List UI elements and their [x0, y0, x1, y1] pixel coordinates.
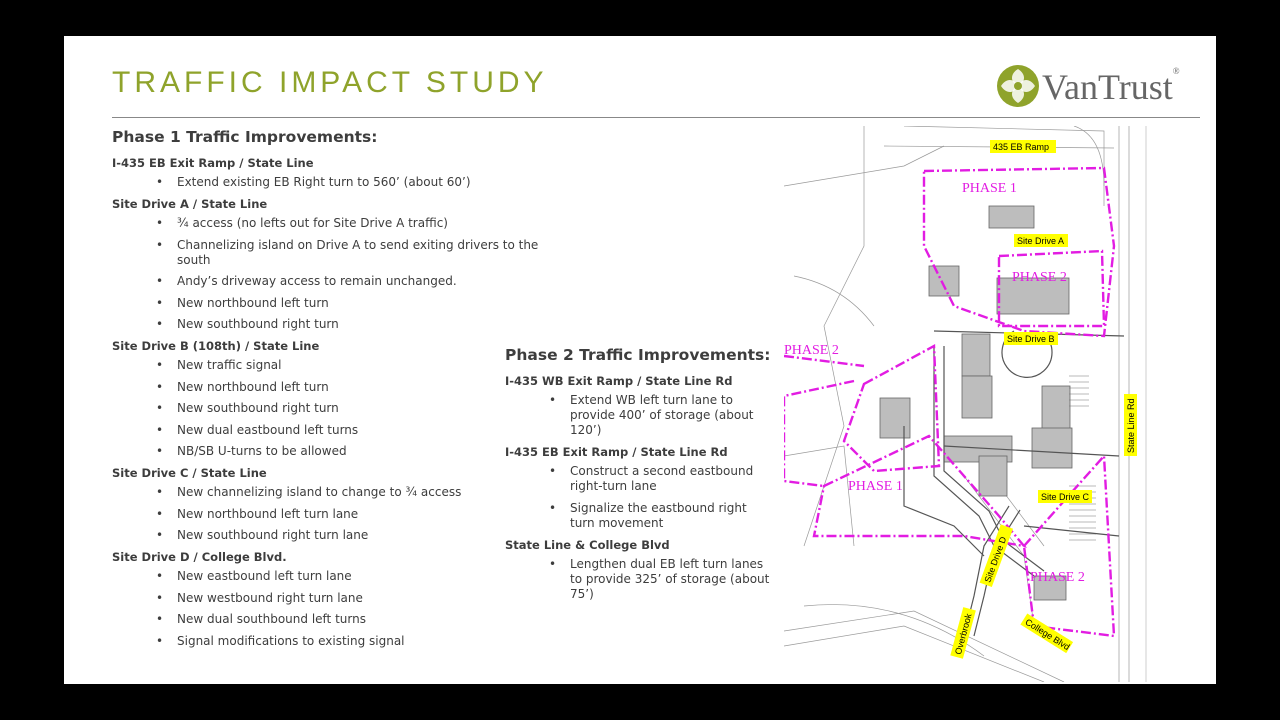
map-label-site-drive-b: Site Drive B [1007, 334, 1055, 344]
slide-title: TRAFFIC IMPACT STUDY [112, 66, 548, 99]
improvement-item: Extend existing EB Right turn to 560’ (a… [156, 175, 552, 190]
improvement-list: New channelizing island to change to ¾ a… [112, 485, 552, 543]
phase2-label-east: PHASE 2 [1012, 270, 1067, 285]
section-heading: State Line & College Blvd [505, 537, 670, 552]
logo-mark-icon [997, 65, 1039, 107]
map-label-435-ramp: 435 EB Ramp [993, 142, 1049, 152]
phase1-label-north: PHASE 1 [962, 181, 1017, 196]
map-label-site-drive-a: Site Drive A [1017, 236, 1064, 246]
slide: TRAFFIC IMPACT STUDY VanTrust® Phase 1 T… [64, 36, 1216, 684]
section-heading: I-435 EB Exit Ramp / State Line Rd [505, 445, 728, 459]
improvement-item: Lengthen dual EB left turn lanes to prov… [549, 557, 775, 602]
phase2-column: Phase 2 Traffic Improvements: I-435 WB E… [505, 342, 775, 608]
improvement-item: New dual southbound left turns [156, 612, 552, 627]
section-heading: Site Drive D / College Blvd. [112, 550, 287, 564]
improvement-item: NB/SB U-turns to be allowed [156, 444, 552, 459]
improvement-item: Andy’s driveway access to remain unchang… [156, 274, 552, 289]
improvement-item: Signal modifications to existing signal [156, 634, 552, 649]
section-heading: I-435 EB Exit Ramp / State Line [112, 156, 314, 170]
phase2-label-west: PHASE 2 [784, 343, 839, 358]
improvement-item: Construct a second eastbound right-turn … [549, 464, 775, 494]
title-divider [112, 117, 1200, 118]
phase1-label-south: PHASE 1 [848, 479, 903, 494]
improvement-item: New southbound right turn [156, 317, 552, 332]
map-label-site-drive-c: Site Drive C [1041, 492, 1090, 502]
improvement-item: New traffic signal [156, 358, 552, 373]
site-plan-map: PHASE 1 PHASE 2 PHASE 2 PHASE 1 PHASE 2 … [782, 125, 1176, 683]
site-plan-drawing: PHASE 1 PHASE 2 PHASE 2 PHASE 1 PHASE 2 … [782, 125, 1176, 683]
improvement-item: New southbound right turn [156, 401, 552, 416]
section-heading: Site Drive C / State Line [112, 466, 267, 480]
phase1-heading: Phase 1 Traffic Improvements: [112, 128, 378, 146]
improvement-list: Construct a second eastbound right-turn … [505, 464, 775, 531]
improvement-list: New eastbound left turn lane New westboun… [112, 569, 552, 649]
improvement-item: Channelizing island on Drive A to send e… [156, 238, 552, 268]
vantrust-logo: VanTrust® [996, 64, 1196, 110]
section-heading: I-435 WB Exit Ramp / State Line Rd [505, 374, 733, 388]
logo-wordmark: VanTrust® [1042, 66, 1180, 107]
improvement-list: New traffic signal New northbound left tu… [112, 358, 552, 459]
improvement-item: New northbound left turn lane [156, 507, 552, 522]
improvement-item: New eastbound left turn lane [156, 569, 552, 584]
section-heading: Site Drive B (108th) / State Line [112, 339, 320, 353]
improvement-item: New northbound left turn [156, 296, 552, 311]
improvement-list: Lengthen dual EB left turn lanes to prov… [505, 557, 775, 602]
improvement-list: ¾ access (no lefts out for Site Drive A … [112, 216, 552, 332]
phase1-column: Phase 1 Traffic Improvements: I-435 EB E… [112, 124, 552, 655]
improvement-item: New southbound right turn lane [156, 528, 552, 543]
section-heading: Site Drive A / State Line [112, 197, 268, 211]
improvement-item: Signalize the eastbound right turn movem… [549, 501, 775, 531]
improvement-item: New northbound left turn [156, 380, 552, 395]
improvement-item: New channelizing island to change to ¾ a… [156, 485, 552, 500]
improvement-item: Extend WB left turn lane to provide 400’… [549, 393, 775, 438]
improvement-list: Extend existing EB Right turn to 560’ (a… [112, 175, 552, 190]
improvement-item: ¾ access (no lefts out for Site Drive A … [156, 216, 552, 231]
map-label-state-line-rd: State Line Rd [1126, 398, 1136, 453]
phase2-label-southeast: PHASE 2 [1030, 570, 1085, 585]
improvement-item: New westbound right turn lane [156, 591, 552, 606]
improvement-list: Extend WB left turn lane to provide 400’… [505, 393, 775, 438]
phase2-heading: Phase 2 Traffic Improvements: [505, 346, 771, 364]
improvement-item: New dual eastbound left turns [156, 423, 552, 438]
